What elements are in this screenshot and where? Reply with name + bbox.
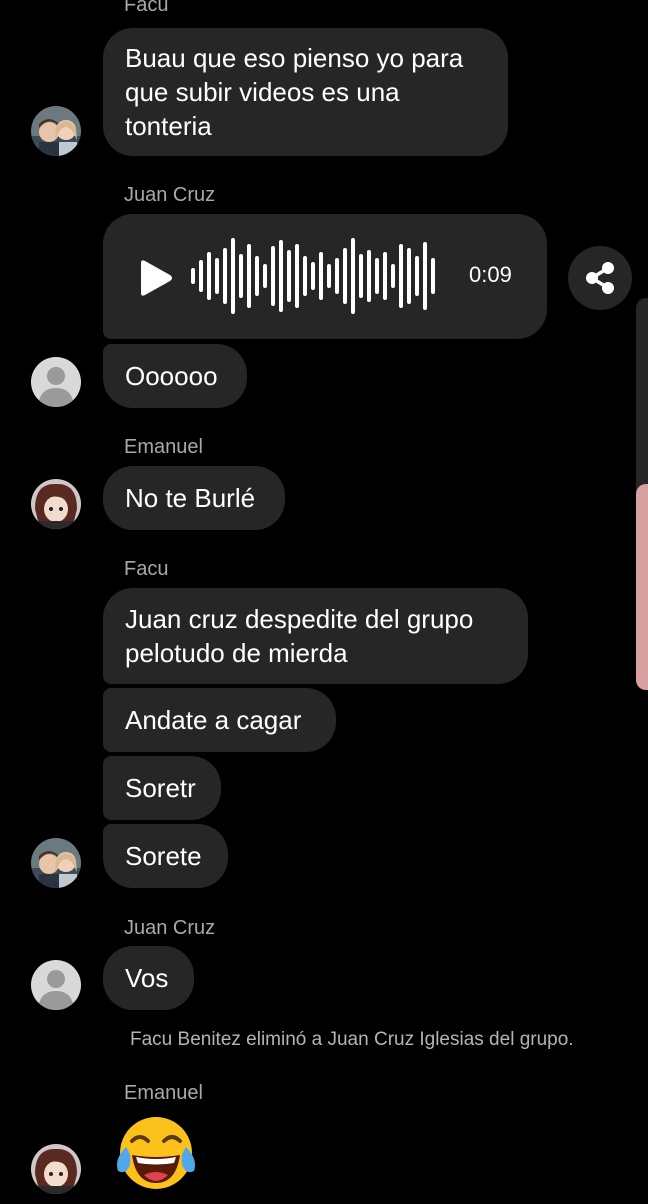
voice-duration: 0:09 (469, 262, 512, 287)
share-icon (586, 262, 614, 294)
avatar-juan-cruz[interactable] (31, 357, 81, 407)
message-bubble[interactable]: Buau que eso pienso yo para que subir vi… (103, 28, 508, 156)
message-bubble[interactable]: Juan cruz despedite del grupo pelotudo d… (103, 588, 528, 684)
avatar-emanuel[interactable] (31, 479, 81, 529)
avatar-photo-icon (31, 106, 81, 156)
avatar-photo-icon (31, 838, 81, 888)
side-panel-edge-highlight (636, 484, 648, 690)
avatar-anime-icon (31, 1144, 81, 1194)
avatar-facu[interactable] (31, 838, 81, 888)
system-notice: Facu Benitez eliminó a Juan Cruz Iglesia… (130, 1029, 574, 1050)
message-bubble[interactable]: Oooooo (103, 344, 247, 408)
sender-name: Emanuel (124, 1082, 203, 1104)
avatar-anime-icon (31, 479, 81, 529)
avatar-facu[interactable] (31, 106, 81, 156)
sender-name: Facu (124, 558, 169, 580)
sender-name: Juan Cruz (124, 917, 216, 939)
avatar-emanuel[interactable] (31, 1144, 81, 1194)
message-bubble[interactable]: No te Burlé (103, 466, 285, 530)
message-bubble[interactable]: Andate a cagar (103, 688, 336, 752)
default-avatar-icon (31, 960, 81, 1010)
avatar-juan-cruz[interactable] (31, 960, 81, 1010)
message-bubble[interactable]: Soretr (103, 756, 221, 820)
default-avatar-icon (31, 357, 81, 407)
play-icon[interactable] (135, 258, 175, 298)
share-button[interactable] (568, 246, 632, 310)
sender-name: Juan Cruz (124, 184, 216, 206)
message-bubble[interactable]: Sorete (103, 824, 228, 888)
waveform-icon (189, 234, 435, 318)
message-bubble[interactable]: Vos (103, 946, 194, 1010)
sender-name: Facu (124, 0, 169, 16)
tears-of-joy-emoji[interactable] (112, 1111, 200, 1199)
sender-name: Emanuel (124, 436, 203, 458)
voice-message-bubble[interactable]: 0:09 (103, 214, 547, 339)
